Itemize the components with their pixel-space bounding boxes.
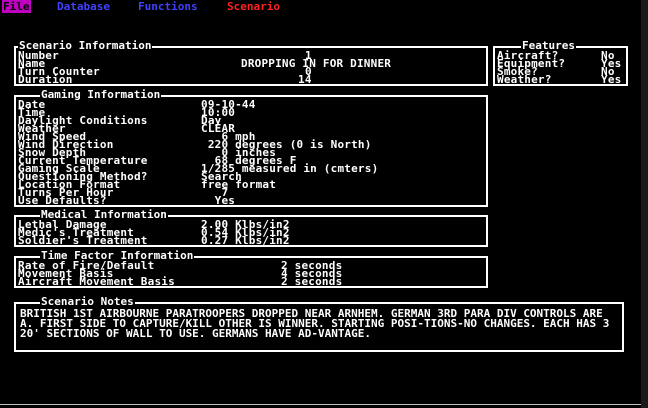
- field-value[interactable]: 2 seconds: [281, 276, 342, 287]
- menu-scenario[interactable]: Scenario: [227, 0, 280, 13]
- feature-value[interactable]: Yes: [601, 74, 621, 85]
- gaming-info-title: Gaming Information: [40, 88, 162, 101]
- feature-label: Weather?: [497, 73, 552, 86]
- scenario-notes-text[interactable]: BRITISH 1ST AIRBOURNE PARATROOPERS DROPP…: [20, 308, 616, 339]
- features-panel: Features Aircraft? No Equipment? Yes Smo…: [493, 40, 628, 86]
- field-value[interactable]: Yes: [201, 195, 235, 206]
- menu-bar: File Database Functions Scenario: [0, 0, 641, 13]
- gaming-info-panel: Gaming Information Date 09-10-44 Time 10…: [14, 89, 488, 207]
- field-label: Soldier's Treatment: [18, 234, 148, 247]
- field-value[interactable]: 14: [298, 74, 312, 85]
- field-label: Duration: [18, 73, 73, 86]
- screen-edge: [641, 0, 648, 408]
- menu-database[interactable]: Database: [57, 0, 110, 13]
- field-label: Use Defaults?: [18, 194, 107, 207]
- scenario-notes-panel: Scenario Notes BRITISH 1ST AIRBOURNE PAR…: [14, 296, 624, 352]
- field-value[interactable]: DROPPING IN FOR DINNER: [241, 58, 391, 69]
- menu-functions[interactable]: Functions: [138, 0, 198, 13]
- menu-file[interactable]: File: [2, 0, 31, 13]
- time-factor-panel: Time Factor Information Rate of Fire/Def…: [14, 250, 488, 288]
- medical-info-panel: Medical Information Lethal Damage 2.00 K…: [14, 209, 488, 247]
- field-label: Aircraft Movement Basis: [18, 275, 175, 288]
- field-value[interactable]: 0.27 Klbs/in2: [201, 235, 290, 246]
- scenario-info-panel: Scenario Information Number 1 Name DROPP…: [14, 40, 488, 86]
